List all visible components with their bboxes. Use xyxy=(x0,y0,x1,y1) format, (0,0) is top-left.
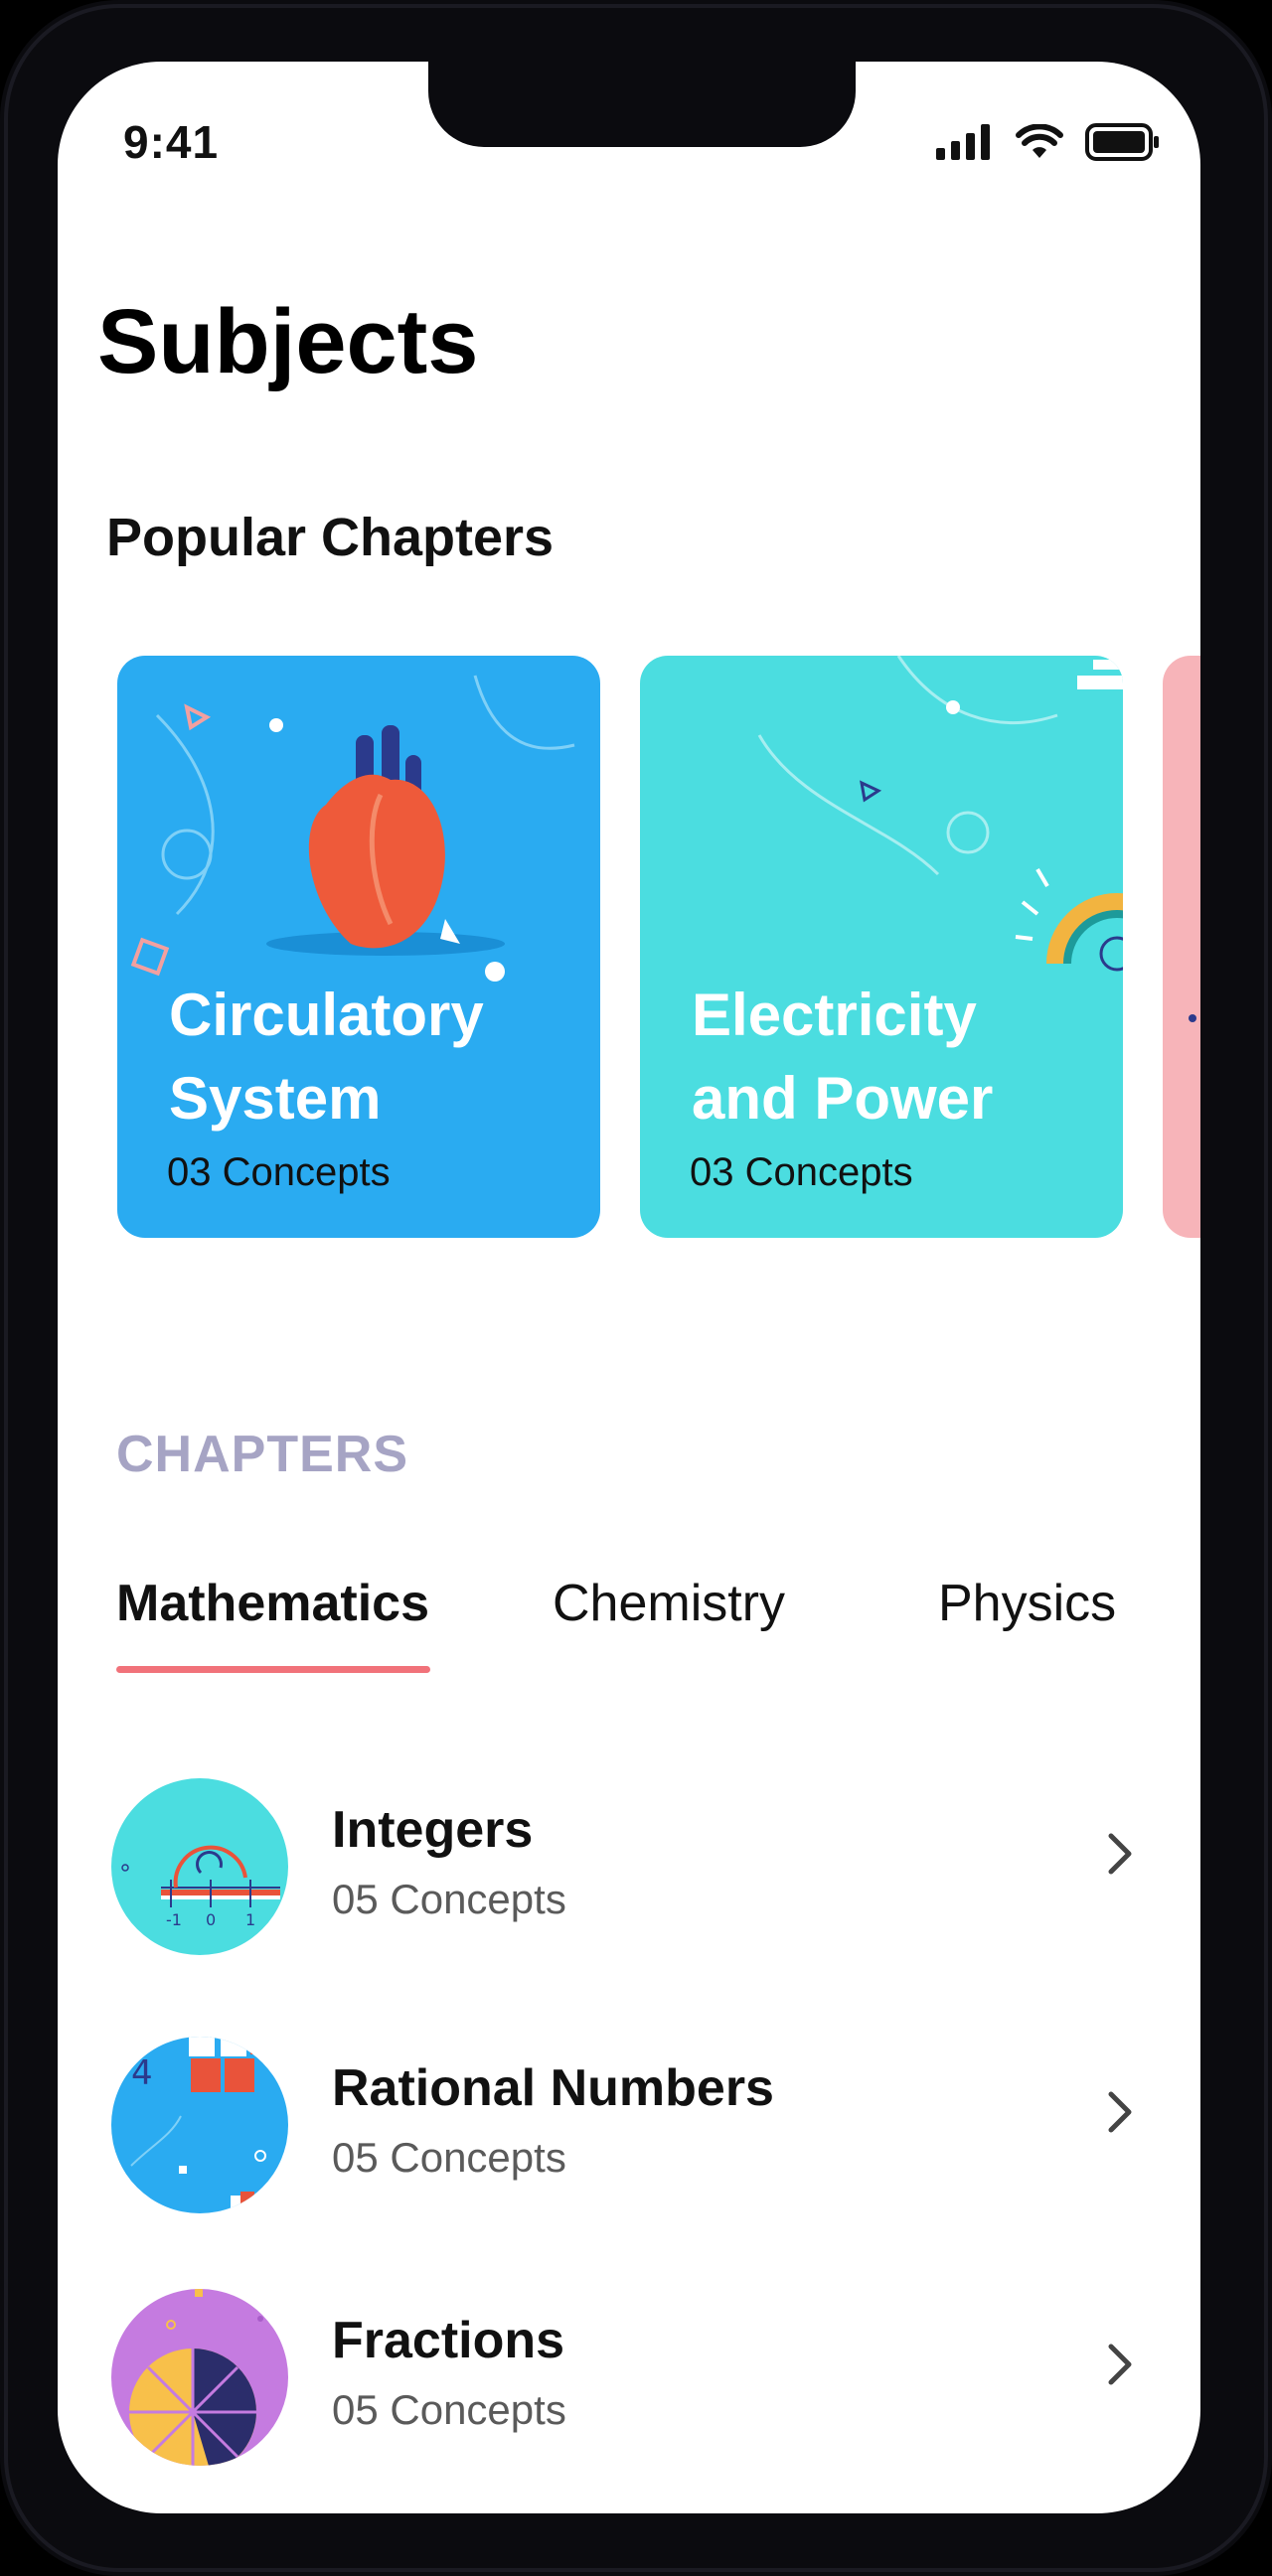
svg-text:0: 0 xyxy=(206,1910,216,1929)
tab-mathematics[interactable]: Mathematics xyxy=(116,1574,429,1633)
chapter-title: Integers xyxy=(332,1801,534,1859)
battery-icon xyxy=(1085,123,1159,161)
page-title: Subjects xyxy=(97,291,479,392)
card-title: Electricity and Power xyxy=(692,982,994,1132)
card-concepts-count: 03 Concepts xyxy=(167,1150,391,1194)
chapter-concepts-count: 05 Concepts xyxy=(332,1876,566,1922)
tab-physics[interactable]: Physics xyxy=(938,1574,1116,1633)
popular-chapters-heading: Popular Chapters xyxy=(106,508,555,567)
svg-text:1: 1 xyxy=(245,1910,255,1929)
svg-text:4: 4 xyxy=(131,2053,153,2093)
blocks-icon: 4 xyxy=(111,2037,288,2213)
chapter-concepts-count: 05 Concepts xyxy=(332,2134,566,2181)
status-time: 9:41 xyxy=(123,116,220,168)
chapter-title: Rational Numbers xyxy=(332,2059,774,2117)
chapter-item-fractions[interactable]: Fractions 05 Concepts xyxy=(111,2289,1165,2468)
chapter-item-rational-numbers[interactable]: 4 Rational Numbers 05 Concepts xyxy=(111,2037,1165,2215)
pie-fraction-icon xyxy=(111,2289,288,2466)
number-line-icon: -1 0 1 xyxy=(111,1778,288,1955)
chevron-right-icon xyxy=(1108,1833,1132,1875)
chevron-right-icon xyxy=(1108,2344,1132,2385)
card-concepts-count: 03 Concepts xyxy=(690,1150,913,1194)
card-art xyxy=(1189,1014,1196,1022)
chapter-concepts-count: 05 Concepts xyxy=(332,2386,566,2433)
card-title: Circulatory System xyxy=(169,982,484,1132)
chapter-card-electricity-and-power[interactable]: Electricity and Power 03 Concepts xyxy=(640,656,1123,1238)
chapter-item-integers[interactable]: -1 0 1 Integers 05 Concepts xyxy=(111,1778,1165,1957)
chapters-heading: CHAPTERS xyxy=(116,1426,409,1483)
signal-icon xyxy=(936,124,990,160)
status-icons xyxy=(936,123,1161,161)
chapter-card-circulatory-system[interactable]: Circulatory System 03 Concepts xyxy=(117,656,600,1238)
chevron-right-icon xyxy=(1108,2091,1132,2133)
active-tab-indicator xyxy=(116,1666,430,1673)
tab-chemistry[interactable]: Chemistry xyxy=(553,1574,785,1633)
app-screen: 9:41 Subjects Popular Chapters Circulato… xyxy=(58,62,1200,2513)
notch xyxy=(428,62,856,147)
chapter-title: Fractions xyxy=(332,2312,565,2369)
wifi-icon xyxy=(1016,124,1063,158)
chapter-card-partial[interactable] xyxy=(1163,656,1200,1238)
svg-text:-1: -1 xyxy=(166,1910,182,1929)
